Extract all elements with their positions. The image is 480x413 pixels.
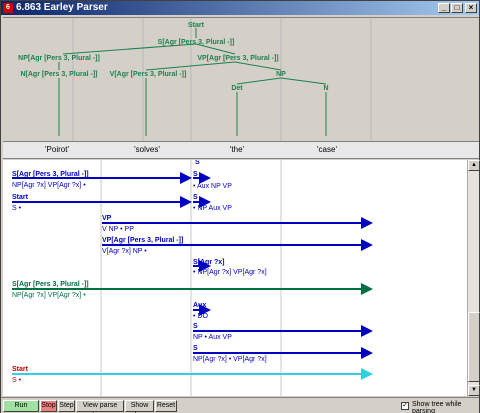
edge-label: S — [193, 171, 198, 178]
edge-label: VP — [102, 215, 112, 222]
chart-edge[interactable]: VP V NP • PP — [102, 215, 373, 233]
edge-rule: • NP Aux VP — [193, 205, 232, 212]
chart-edge[interactable]: S • Aux NP VP — [193, 171, 232, 190]
chart-edge[interactable]: S[Agr ?x] • NP[Agr ?x] VP[Agr ?x] — [193, 259, 267, 276]
chart-edge[interactable]: Aux • DO — [193, 302, 211, 320]
tree-node-np2: NP — [276, 71, 286, 78]
chart-edge[interactable]: S NP • Aux VP — [193, 323, 373, 341]
step-button[interactable]: Step — [58, 400, 75, 412]
edge-rule: NP[Agr ?x] VP[Agr ?x] • — [12, 292, 86, 299]
edge-rule: NP[Agr ?x] • VP[Agr ?x] — [193, 356, 267, 363]
tree-node-start: Start — [188, 22, 205, 29]
title-bar[interactable]: 6 6.863 Earley Parser _ □ × — [1, 1, 479, 15]
chart-edges: S S[Agr [Pers 3, Plural -]] NP[Agr ?x] V… — [12, 160, 373, 396]
edge-rule: V NP • PP — [102, 226, 134, 233]
show-log-button[interactable]: Show log — [125, 400, 154, 413]
edge-rule: • DO — [193, 313, 208, 320]
edge-label: S — [193, 345, 198, 352]
edge-rule: NP • Aux VP — [193, 334, 232, 341]
maximize-button[interactable]: □ — [451, 3, 463, 13]
close-button[interactable]: × — [465, 3, 477, 13]
scroll-down-arrow-icon[interactable]: ▼ — [468, 385, 480, 396]
run-parser-button[interactable]: Run parser — [3, 400, 39, 413]
edge-label: Start — [12, 194, 29, 201]
tree-node-vp: VP[Agr [Pers 3, Plural -]] — [197, 55, 278, 62]
edge-label: S — [193, 194, 198, 201]
edge-rule: • NP[Agr ?x] VP[Agr ?x] — [193, 269, 267, 276]
chart-pane[interactable]: S S[Agr [Pers 3, Plural -]] NP[Agr ?x] V… — [3, 160, 467, 396]
show-tree-label: Show tree while parsing — [412, 401, 462, 413]
edge-rule: S • — [12, 205, 22, 212]
show-tree-checkbox[interactable]: ✓ — [401, 402, 409, 410]
tree-node-v: V[Agr [Pers 3, Plural -]] — [110, 71, 187, 78]
chart-edge[interactable]: S NP[Agr ?x] • VP[Agr ?x] — [193, 345, 373, 363]
parse-tree-pane: Start S[Agr [Pers 3, Plural -]] NP[Agr [… — [3, 17, 479, 142]
minimize-button[interactable]: _ — [438, 3, 450, 13]
chart-scrollbar[interactable]: ▲ ▼ — [467, 160, 480, 396]
tree-node-np: NP[Agr [Pers 3, Plural -]] — [18, 55, 100, 62]
edge-label: Start — [12, 366, 29, 373]
edge-label: S — [193, 323, 198, 330]
edge-rule: NP[Agr ?x] VP[Agr ?x] • — [12, 182, 86, 189]
edge-rule: V[Agr ?x] NP • — [102, 248, 147, 255]
edge-label: S[Agr [Pers 3, Plural -]] — [12, 171, 89, 178]
word-the: 'the' — [229, 145, 245, 154]
edge-label: VP[Agr [Pers 3, Plural -]] — [102, 237, 183, 244]
reset-button[interactable]: Reset — [155, 400, 177, 412]
word-poirot: 'Poirot' — [45, 145, 69, 154]
chart-edge[interactable]: VP[Agr [Pers 3, Plural -]] V[Agr ?x] NP … — [102, 237, 373, 255]
word-case: 'case' — [317, 145, 337, 154]
edge-label: S[Agr [Pers 3, Plural -]] — [12, 281, 89, 288]
word-solves: 'solves' — [134, 145, 160, 154]
tree-node-det: Det — [231, 85, 243, 92]
chart-edge[interactable]: S • NP Aux VP — [193, 194, 232, 212]
tree-node-n2: N — [323, 85, 328, 92]
tree-node-s: S[Agr [Pers 3, Plural -]] — [158, 39, 235, 46]
edge-label: Aux — [193, 302, 206, 309]
edge-rule: • Aux NP VP — [193, 183, 232, 190]
scroll-thumb[interactable] — [468, 312, 480, 382]
chart-partial-label: S — [195, 160, 200, 166]
toolbar: Run parser Stop Step View parse trees Sh… — [1, 397, 479, 413]
stop-button[interactable]: Stop — [40, 400, 57, 412]
scroll-up-arrow-icon[interactable]: ▲ — [468, 160, 480, 171]
edge-rule: S • — [12, 377, 22, 384]
view-parse-trees-button[interactable]: View parse trees — [76, 400, 124, 413]
edge-label: S[Agr ?x] — [193, 259, 225, 266]
words-bar: 'Poirot' 'solves' 'the' 'case' — [3, 141, 479, 159]
app-icon: 6 — [3, 3, 13, 13]
parse-tree: Start S[Agr [Pers 3, Plural -]] NP[Agr [… — [18, 18, 372, 142]
window-title: 6.863 Earley Parser — [16, 2, 108, 13]
parser-window: 6 6.863 Earley Parser _ □ × Start S[Agr … — [0, 0, 480, 413]
tree-node-n: N[Agr [Pers 3, Plural -]] — [20, 71, 97, 78]
